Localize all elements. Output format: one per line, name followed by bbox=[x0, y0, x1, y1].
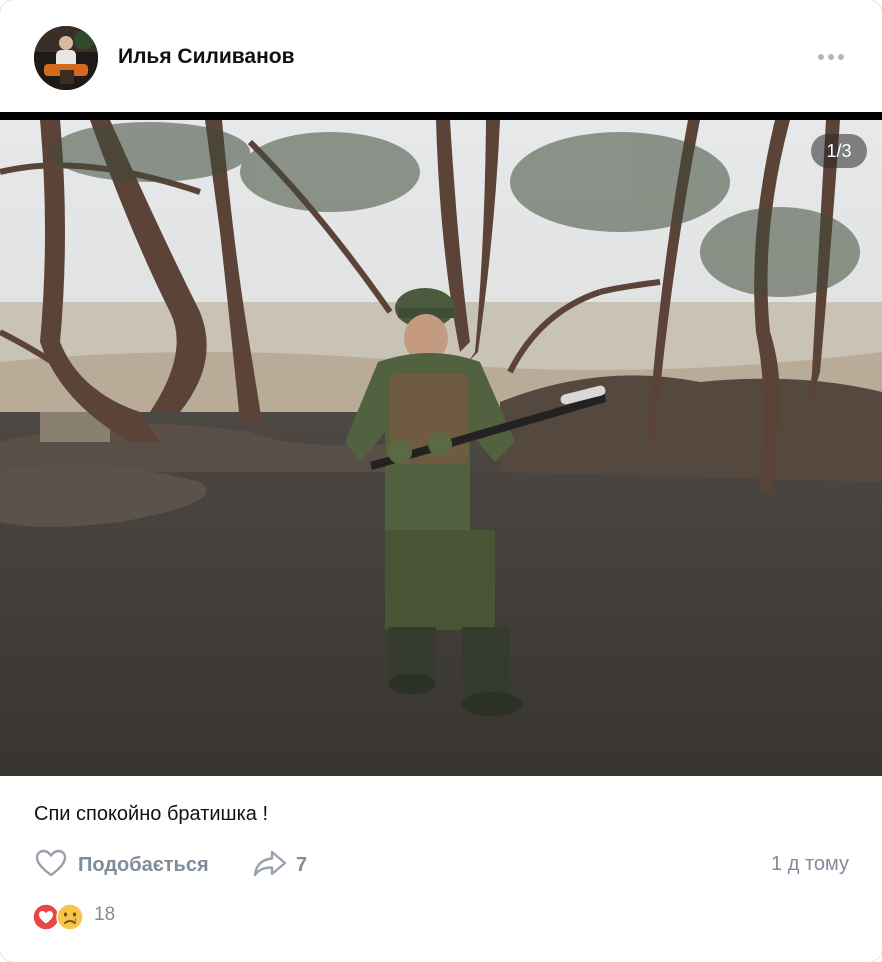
avatar[interactable] bbox=[34, 26, 98, 90]
share-count: 7 bbox=[296, 853, 308, 876]
post-photo[interactable] bbox=[0, 112, 882, 776]
like-button[interactable]: Подобається bbox=[34, 845, 209, 885]
post-header: Илья Силиванов bbox=[0, 0, 882, 112]
heart-outline-icon bbox=[34, 848, 68, 883]
reactions-summary[interactable]: 18 bbox=[32, 898, 115, 932]
post-time[interactable]: 1 д тому bbox=[771, 853, 849, 876]
post-card: Илья Силиванов 1/3 Спи спокойно братишка… bbox=[0, 0, 882, 962]
share-arrow-icon bbox=[252, 848, 288, 883]
reactions-count: 18 bbox=[94, 904, 116, 925]
reaction-icons bbox=[32, 901, 88, 931]
more-horizontal-icon[interactable] bbox=[815, 48, 847, 66]
post-actions: Подобається 7 1 д тому bbox=[0, 845, 882, 885]
share-button[interactable]: 7 bbox=[252, 845, 307, 885]
crying-face-reaction-icon bbox=[56, 903, 84, 936]
photo-counter: 1/3 bbox=[811, 134, 867, 168]
like-label: Подобається bbox=[78, 853, 209, 876]
author-name[interactable]: Илья Силиванов bbox=[118, 45, 295, 69]
post-caption: Спи спокойно братишка ! bbox=[34, 803, 269, 825]
